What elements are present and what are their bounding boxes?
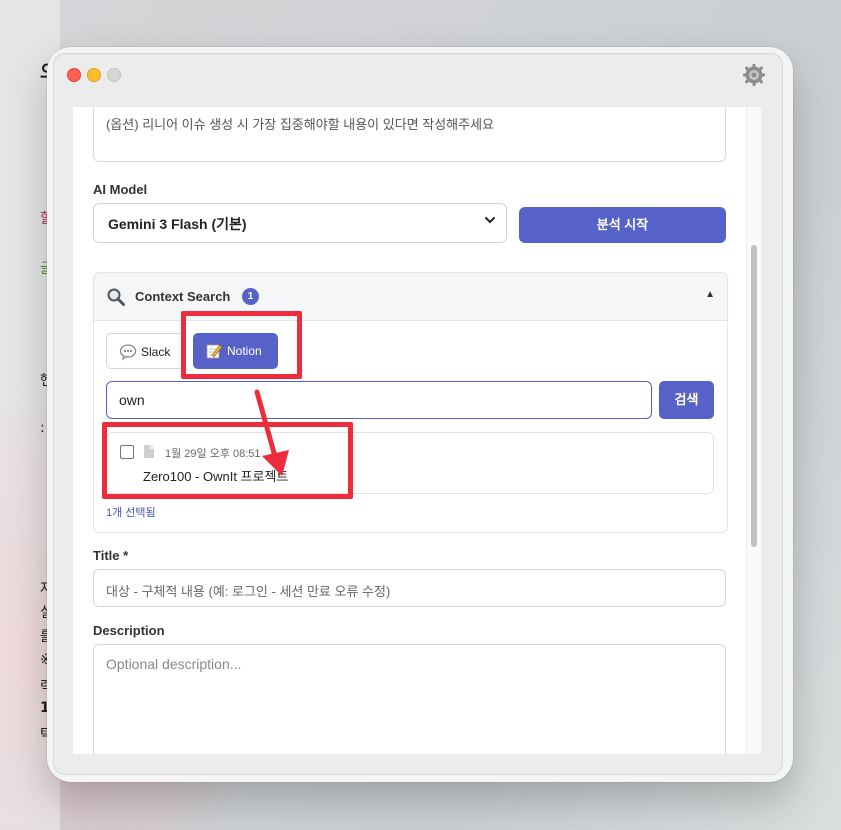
scrollbar-thumb[interactable] <box>751 245 757 547</box>
magnifier-icon <box>106 287 125 306</box>
description-label: Description <box>93 623 165 638</box>
focus-notes-placeholder: (옵션) 리니어 이슈 생성 시 가장 집중해야할 내용이 있다면 작성해주세요 <box>106 117 495 132</box>
chevron-down-icon <box>484 214 496 229</box>
title-input[interactable]: 대상 - 구체적 내용 (예: 로그인 - 세션 만료 오류 수정) <box>93 569 726 607</box>
title-bar[interactable] <box>54 54 782 106</box>
analyze-start-button[interactable]: 분석 시작 <box>519 207 726 243</box>
notion-highlight-box <box>181 311 302 379</box>
focus-notes-textarea[interactable]: (옵션) 리니어 이슈 생성 시 가장 집중해야할 내용이 있다면 작성해주세요 <box>93 107 726 162</box>
speech-bubble-icon <box>119 343 137 361</box>
context-search-button[interactable]: 검색 <box>659 381 714 419</box>
result-highlight-box <box>102 422 353 499</box>
context-search-query: own <box>119 392 145 408</box>
source-slack-button[interactable]: Slack <box>106 333 185 369</box>
context-count-badge: 1 <box>242 288 259 305</box>
app-window: (옵션) 리니어 이슈 생성 시 가장 집중해야할 내용이 있다면 작성해주세요… <box>47 47 793 782</box>
minimize-window-button[interactable] <box>87 68 101 82</box>
gear-icon[interactable] <box>742 63 766 87</box>
selected-count-text: 1개 선택됨 <box>106 507 156 519</box>
ai-model-label: AI Model <box>93 182 148 197</box>
ai-model-selected-value: Gemini 3 Flash (기본) <box>108 216 247 232</box>
zoom-window-button[interactable] <box>107 68 121 82</box>
context-search-input[interactable]: own <box>106 381 652 419</box>
title-placeholder: 대상 - 구체적 내용 (예: 로그인 - 세션 만료 오류 수정) <box>106 584 391 599</box>
collapse-up-icon[interactable]: ▲ <box>705 289 715 300</box>
ai-model-select[interactable]: Gemini 3 Flash (기본) <box>93 203 507 243</box>
description-placeholder: Optional description... <box>106 656 242 672</box>
close-window-button[interactable] <box>67 68 81 82</box>
window-frame: (옵션) 리니어 이슈 생성 시 가장 집중해야할 내용이 있다면 작성해주세요… <box>53 53 783 775</box>
description-textarea[interactable]: Optional description... <box>93 644 726 754</box>
title-label: Title * <box>93 548 129 563</box>
scrollbar-track[interactable] <box>746 107 761 754</box>
background-text-fragment: : <box>40 420 45 436</box>
source-slack-label: Slack <box>141 345 171 359</box>
context-search-title: Context Search <box>135 289 231 304</box>
